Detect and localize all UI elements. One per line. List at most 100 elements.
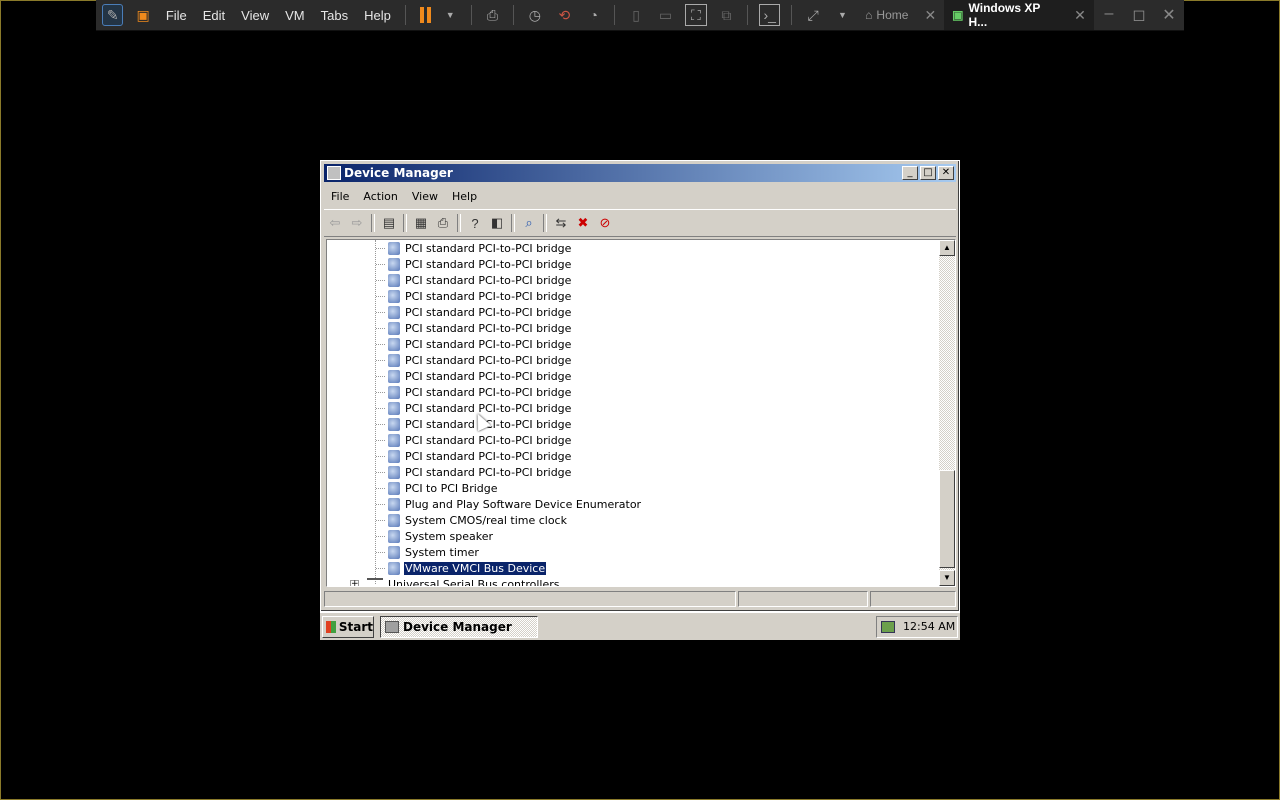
menu-view[interactable]: View — [405, 190, 445, 203]
properties-icon[interactable]: ▦ — [410, 212, 432, 234]
tree-device-item[interactable]: System CMOS/real time clock — [327, 512, 568, 528]
scan-hardware-icon[interactable]: ⌕ — [518, 212, 540, 234]
pin-icon[interactable]: ✎ — [102, 4, 124, 26]
host-menu-tabs[interactable]: Tabs — [313, 8, 356, 23]
tree-connector — [376, 503, 385, 505]
tree-device-item[interactable]: PCI standard PCI-to-PCI bridge — [327, 400, 572, 416]
tree-device-item[interactable]: System timer — [327, 544, 480, 560]
snapshot-manager-icon[interactable]: ◔ — [584, 5, 603, 25]
menu-action[interactable]: Action — [356, 190, 404, 203]
device-icon — [388, 289, 400, 303]
vmware-tools-icon[interactable] — [881, 620, 895, 633]
start-button[interactable]: Start — [322, 615, 374, 638]
chevron-down-icon[interactable]: ▼ — [833, 5, 852, 25]
device-manager-icon[interactable] — [327, 166, 341, 180]
maximize-icon[interactable]: ◻ — [1124, 5, 1154, 25]
tree-category-usb[interactable]: + Universal Serial Bus controllers — [327, 576, 560, 586]
scroll-up-button[interactable]: ▲ — [939, 240, 955, 256]
tab-home[interactable]: ⌂ Home ✕ — [857, 0, 944, 30]
tab-windows-xp[interactable]: ▣ Windows XP H... ✕ — [944, 0, 1094, 30]
uninstall-icon[interactable]: ✖ — [572, 212, 594, 234]
stretch-icon[interactable]: ⤢ — [803, 5, 822, 25]
minimize-icon[interactable]: – — [1094, 5, 1124, 25]
expand-icon[interactable]: + — [350, 579, 359, 586]
send-ctrl-alt-del-icon[interactable]: ⎙ — [483, 5, 502, 25]
tree-device-item[interactable]: PCI standard PCI-to-PCI bridge — [327, 448, 572, 464]
device-icon — [388, 385, 400, 399]
menu-bar: File Action View Help — [324, 186, 484, 206]
title-bar[interactable]: Device Manager _ □ ✕ — [324, 164, 956, 182]
tree-connector — [376, 455, 385, 457]
tree-device-item[interactable]: PCI standard PCI-to-PCI bridge — [327, 384, 572, 400]
library-icon[interactable]: ▣ — [133, 5, 152, 25]
close-icon[interactable]: ✕ — [1154, 5, 1184, 25]
device-icon — [388, 257, 400, 271]
close-icon[interactable]: ✕ — [924, 7, 936, 24]
revert-snapshot-icon[interactable]: ⟲ — [555, 5, 574, 25]
host-window-controls: – ◻ ✕ — [1094, 5, 1184, 25]
pause-icon[interactable] — [419, 7, 432, 23]
scroll-down-button[interactable]: ▼ — [939, 570, 955, 586]
clock: 12:54 AM — [903, 620, 956, 633]
close-button[interactable]: ✕ — [938, 166, 954, 180]
tree-device-item[interactable]: VMware VMCI Bus Device — [327, 560, 548, 576]
tree-device-item[interactable]: PCI standard PCI-to-PCI bridge — [327, 352, 572, 368]
device-label: VMware VMCI Bus Device — [402, 560, 548, 576]
status-pane — [738, 591, 868, 607]
toolbar: ⇦ ⇨ ▤ ▦ ⎙ ? ◧ ⌕ ⇆ ✖ ⊘ — [324, 209, 956, 237]
show-hide-console-tree-icon[interactable]: ▤ — [378, 212, 400, 234]
chevron-down-icon[interactable]: ▼ — [440, 5, 459, 25]
tree-device-item[interactable]: PCI standard PCI-to-PCI bridge — [327, 336, 572, 352]
host-menu-view[interactable]: View — [233, 8, 277, 23]
vm-icon: ▣ — [952, 8, 964, 22]
tree-device-item[interactable]: PCI standard PCI-to-PCI bridge — [327, 368, 572, 384]
print-icon[interactable]: ⎙ — [432, 212, 454, 234]
menu-file[interactable]: File — [324, 190, 356, 203]
export-list-icon[interactable]: ◧ — [486, 212, 508, 234]
tree-device-item[interactable]: PCI standard PCI-to-PCI bridge — [327, 240, 572, 256]
disable-icon[interactable]: ⊘ — [594, 212, 616, 234]
tree-device-item[interactable]: PCI standard PCI-to-PCI bridge — [327, 416, 572, 432]
vertical-scrollbar[interactable]: ▲ ▼ — [939, 240, 955, 586]
tree-connector — [376, 263, 385, 265]
device-icon — [388, 241, 400, 255]
snapshot-icon[interactable]: ◷ — [525, 5, 544, 25]
host-menu-file[interactable]: File — [158, 8, 195, 23]
tree-device-item[interactable]: PCI standard PCI-to-PCI bridge — [327, 320, 572, 336]
tree-connector — [376, 375, 385, 377]
device-icon — [388, 513, 400, 527]
tree-connector — [376, 439, 385, 441]
tree-device-item[interactable]: Plug and Play Software Device Enumerator — [327, 496, 642, 512]
close-icon[interactable]: ✕ — [1074, 7, 1086, 24]
tree-device-item[interactable]: PCI standard PCI-to-PCI bridge — [327, 256, 572, 272]
unity-icon[interactable]: ⧉ — [717, 5, 736, 25]
tree-device-item[interactable]: PCI standard PCI-to-PCI bridge — [327, 432, 572, 448]
update-driver-icon[interactable]: ⇆ — [550, 212, 572, 234]
host-menu-edit[interactable]: Edit — [195, 8, 233, 23]
show-library-icon[interactable]: ▯ — [626, 5, 645, 25]
help-icon[interactable]: ? — [464, 212, 486, 234]
minimize-button[interactable]: _ — [902, 166, 918, 180]
menu-help[interactable]: Help — [445, 190, 484, 203]
thumbnail-bar-icon[interactable]: ▭ — [656, 5, 675, 25]
host-menu-help[interactable]: Help — [356, 8, 399, 23]
taskbar-button-device-manager[interactable]: Device Manager — [380, 615, 538, 638]
full-screen-icon[interactable]: ⛶ — [685, 4, 707, 26]
maximize-button[interactable]: □ — [920, 166, 936, 180]
tree-device-item[interactable]: PCI standard PCI-to-PCI bridge — [327, 464, 572, 480]
tree-connector — [376, 311, 385, 313]
start-label: Start — [338, 619, 373, 634]
device-icon — [388, 369, 400, 383]
tree-device-item[interactable]: System speaker — [327, 528, 494, 544]
device-label: PCI standard PCI-to-PCI bridge — [405, 289, 572, 303]
forward-icon[interactable]: ⇨ — [346, 212, 368, 234]
tree-device-item[interactable]: PCI to PCI Bridge — [327, 480, 499, 496]
tree-device-item[interactable]: PCI standard PCI-to-PCI bridge — [327, 288, 572, 304]
task-label: Device Manager — [403, 619, 512, 634]
tree-device-item[interactable]: PCI standard PCI-to-PCI bridge — [327, 272, 572, 288]
back-icon[interactable]: ⇦ — [324, 212, 346, 234]
host-menu-vm[interactable]: VM — [277, 8, 313, 23]
scroll-thumb[interactable] — [939, 470, 955, 568]
tree-device-item[interactable]: PCI standard PCI-to-PCI bridge — [327, 304, 572, 320]
console-icon[interactable]: ›_ — [758, 4, 781, 26]
